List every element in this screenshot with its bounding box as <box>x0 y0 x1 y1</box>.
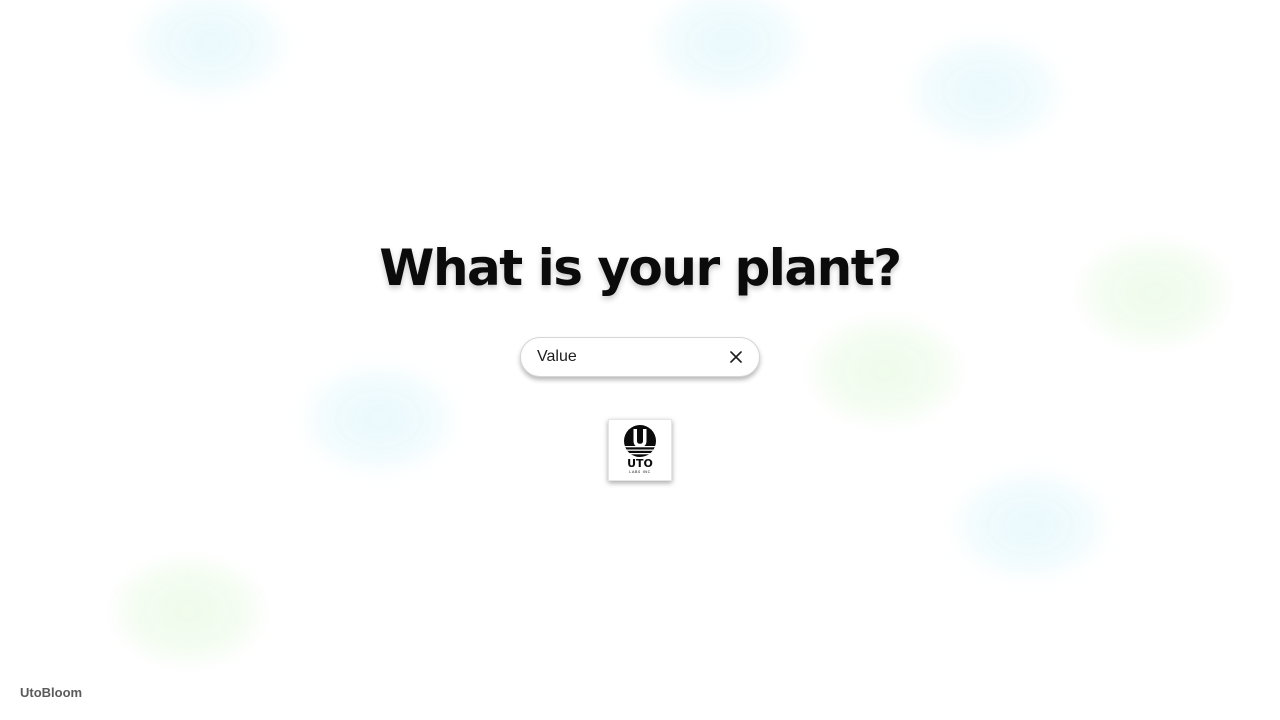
background-blob <box>948 466 1112 584</box>
close-icon[interactable] <box>727 348 745 366</box>
background-blob <box>903 32 1067 150</box>
uto-labs-logo-icon: UTO LABS INC <box>624 425 656 474</box>
footer-brand: UtoBloom <box>20 685 83 700</box>
page: What is your plant? UTO LABS INC <box>0 0 1280 720</box>
plant-search-input[interactable] <box>537 348 727 366</box>
background-blob <box>128 0 292 102</box>
background-blob <box>646 0 810 102</box>
uto-labs-logo-card[interactable]: UTO LABS INC <box>608 419 672 481</box>
logo-tagline: LABS INC <box>629 470 650 474</box>
background-blob <box>106 552 270 670</box>
background-blob <box>297 360 461 478</box>
page-title: What is your plant? <box>379 239 902 297</box>
plant-search-field[interactable] <box>520 337 760 377</box>
background-blob <box>803 312 967 430</box>
logo-wordmark: UTO <box>627 457 653 470</box>
